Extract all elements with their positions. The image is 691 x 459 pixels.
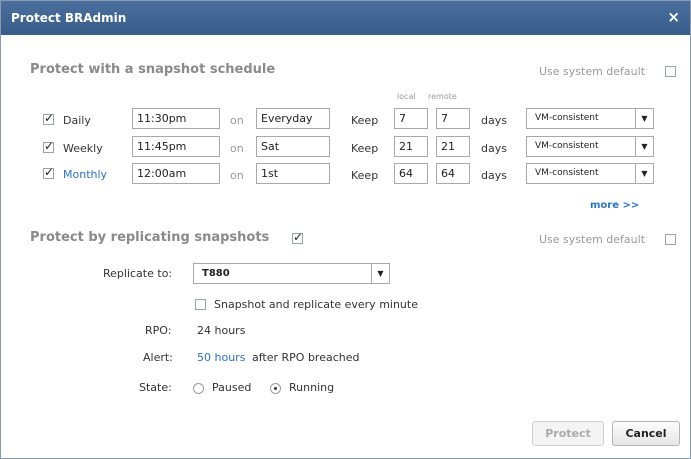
consistency-value: VM-consistent <box>535 141 599 151</box>
snapshot-use-default-checkbox[interactable] <box>665 66 676 77</box>
keep-label: Keep <box>351 114 379 127</box>
daily-consistency-select[interactable]: VM-consistent ▼ <box>526 108 654 129</box>
state-running-label: Running <box>289 381 335 394</box>
replication-use-default-label: Use system default <box>539 233 646 246</box>
dialog-title: Protect BRAdmin <box>11 11 127 25</box>
snapshot-use-default-label: Use system default <box>539 65 646 78</box>
replication-enabled-checkbox[interactable] <box>292 230 303 244</box>
alert-suffix: after RPO breached <box>252 351 360 364</box>
weekly-remote-input[interactable]: 21 <box>436 136 470 157</box>
days-label: days <box>481 142 507 155</box>
days-label: days <box>481 114 507 127</box>
chevron-down-icon[interactable]: ▼ <box>635 137 653 156</box>
weekly-day-input[interactable]: Sat <box>256 136 330 157</box>
days-label: days <box>481 169 507 182</box>
cancel-button[interactable]: Cancel <box>612 421 680 446</box>
weekly-consistency-select[interactable]: VM-consistent ▼ <box>526 136 654 157</box>
on-label: on <box>230 169 244 182</box>
protect-button[interactable]: Protect <box>532 421 604 446</box>
daily-time-input[interactable]: 11:30pm <box>132 108 220 129</box>
state-paused-radio[interactable] <box>193 383 204 394</box>
monthly-time-input[interactable]: 12:00am <box>132 163 220 184</box>
daily-checkbox[interactable] <box>43 111 54 125</box>
rpo-value: 24 hours <box>197 324 246 337</box>
weekly-local-input[interactable]: 21 <box>394 136 428 157</box>
keep-label: Keep <box>351 142 379 155</box>
monthly-day-input[interactable]: 1st <box>256 163 330 184</box>
monthly-consistency-select[interactable]: VM-consistent ▼ <box>526 163 654 184</box>
protect-dialog: Protect BRAdmin × Protect with a snapsho… <box>0 0 691 459</box>
state-label: State: <box>139 381 172 394</box>
replication-use-default-checkbox[interactable] <box>665 234 676 245</box>
state-paused-label: Paused <box>212 381 252 394</box>
every-minute-checkbox[interactable] <box>195 299 206 310</box>
on-label: on <box>230 114 244 127</box>
monthly-checkbox[interactable] <box>43 165 54 179</box>
state-running-radio[interactable] <box>270 383 281 394</box>
replicate-to-label: Replicate to: <box>103 267 173 280</box>
weekly-checkbox[interactable] <box>43 139 54 153</box>
weekly-time-input[interactable]: 11:45pm <box>132 136 220 157</box>
monthly-remote-input[interactable]: 64 <box>436 163 470 184</box>
snapshot-section-heading: Protect with a snapshot schedule <box>30 62 276 77</box>
close-icon[interactable]: × <box>667 8 680 26</box>
replicate-to-value: T880 <box>202 268 230 279</box>
replication-section-heading: Protect by replicating snapshots <box>30 230 270 245</box>
on-label: on <box>230 142 244 155</box>
monthly-local-input[interactable]: 64 <box>394 163 428 184</box>
more-link[interactable]: more >> <box>590 200 639 211</box>
chevron-down-icon[interactable]: ▼ <box>371 264 389 283</box>
dialog-titlebar: Protect BRAdmin × <box>1 1 690 35</box>
daily-day-input[interactable]: Everyday <box>256 108 330 129</box>
daily-remote-input[interactable]: 7 <box>436 108 470 129</box>
chevron-down-icon[interactable]: ▼ <box>635 164 653 183</box>
consistency-value: VM-consistent <box>535 113 599 123</box>
rpo-label: RPO: <box>145 324 172 337</box>
daily-local-input[interactable]: 7 <box>394 108 428 129</box>
column-local-label: local <box>397 92 416 101</box>
schedule-name: Daily <box>63 114 91 127</box>
schedule-name[interactable]: Monthly <box>63 168 107 181</box>
chevron-down-icon[interactable]: ▼ <box>635 109 653 128</box>
keep-label: Keep <box>351 169 379 182</box>
every-minute-label: Snapshot and replicate every minute <box>214 298 418 311</box>
consistency-value: VM-consistent <box>535 168 599 178</box>
column-remote-label: remote <box>428 92 457 101</box>
replicate-to-select[interactable]: T880 ▼ <box>193 263 390 284</box>
alert-hours-link[interactable]: 50 hours <box>197 351 245 364</box>
alert-label: Alert: <box>143 351 173 364</box>
schedule-name: Weekly <box>63 142 103 155</box>
